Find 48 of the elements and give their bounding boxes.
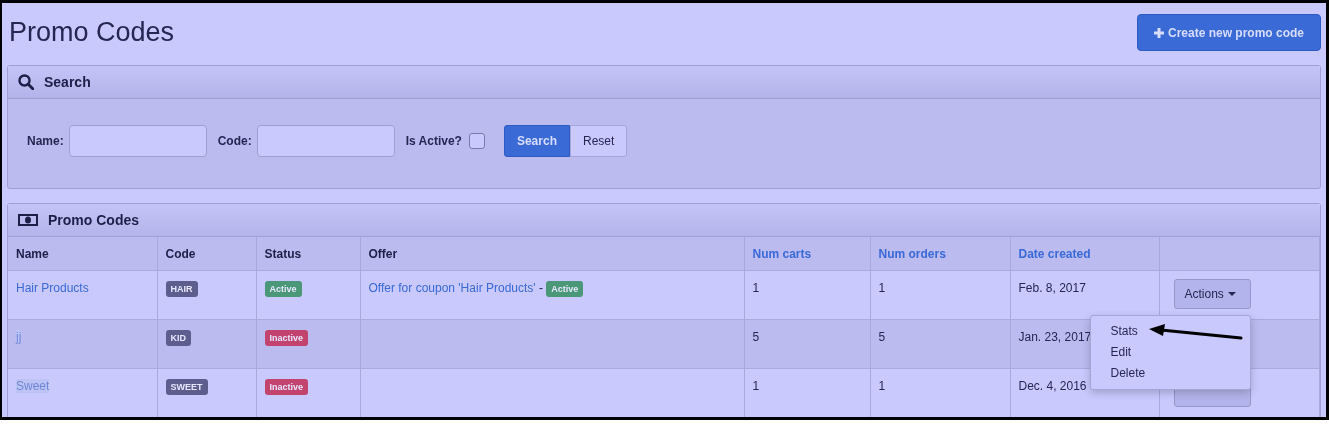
column-header: Name: [8, 237, 157, 271]
panel-title: Promo Codes: [48, 212, 139, 228]
table-cell: Dec. 4, 2016: [1018, 379, 1087, 393]
is-active-checkbox[interactable]: [468, 132, 485, 149]
search-button[interactable]: Search: [503, 124, 570, 157]
column-header: Offer: [360, 237, 744, 271]
page-title: Promo Codes: [9, 17, 175, 48]
status-badge: Active: [264, 281, 302, 297]
input-field[interactable]: [256, 124, 395, 157]
table-cell: 5: [878, 330, 886, 344]
name-link[interactable]: Sweet: [16, 379, 50, 393]
input-field[interactable]: [68, 124, 207, 157]
table-cell: 1: [752, 281, 760, 295]
table-cell: Jan. 23, 2017: [1018, 330, 1092, 344]
code-badge: HAIR: [165, 281, 198, 297]
field-label: Name:: [27, 133, 64, 148]
status-badge: Inactive: [264, 379, 309, 395]
column-header: Status: [256, 237, 360, 271]
menu-item[interactable]: Delete: [1110, 366, 1146, 380]
table-cell: 5: [752, 330, 760, 344]
plus-icon: [1153, 27, 1164, 38]
status-badge: Active: [546, 281, 584, 297]
separator-text: -: [537, 281, 544, 295]
menu-item[interactable]: Stats: [1110, 324, 1138, 338]
search-icon: [18, 74, 34, 90]
table-cell: 1: [752, 379, 760, 393]
sort-link[interactable]: Num carts: [744, 237, 870, 271]
table-cell: 1: [878, 281, 886, 295]
reset-button[interactable]: Reset: [569, 124, 628, 157]
actions-button[interactable]: Actions: [1173, 279, 1251, 309]
name-link[interactable]: jj: [16, 330, 22, 344]
column-header: Code: [157, 237, 256, 271]
code-badge: KID: [165, 330, 191, 346]
create-promo-code-button[interactable]: Create new promo code: [1136, 14, 1321, 51]
table-cell: 1: [878, 379, 886, 393]
status-badge: Inactive: [264, 330, 309, 346]
panel-title: Search: [44, 74, 91, 90]
field-label: Code:: [217, 133, 252, 148]
name-link[interactable]: Hair Products: [16, 281, 89, 295]
banknote-icon: [18, 214, 38, 226]
code-badge: SWEET: [165, 379, 208, 395]
sort-link[interactable]: Date created: [1010, 237, 1159, 271]
menu-item[interactable]: Edit: [1110, 345, 1132, 359]
field-label: Is Active?: [405, 133, 462, 148]
offer-link[interactable]: Offer for coupon 'Hair Products': [368, 281, 536, 295]
table-cell: Feb. 8, 2017: [1018, 281, 1086, 295]
sort-link[interactable]: Num orders: [870, 237, 1010, 271]
caret-icon: [1227, 292, 1236, 296]
